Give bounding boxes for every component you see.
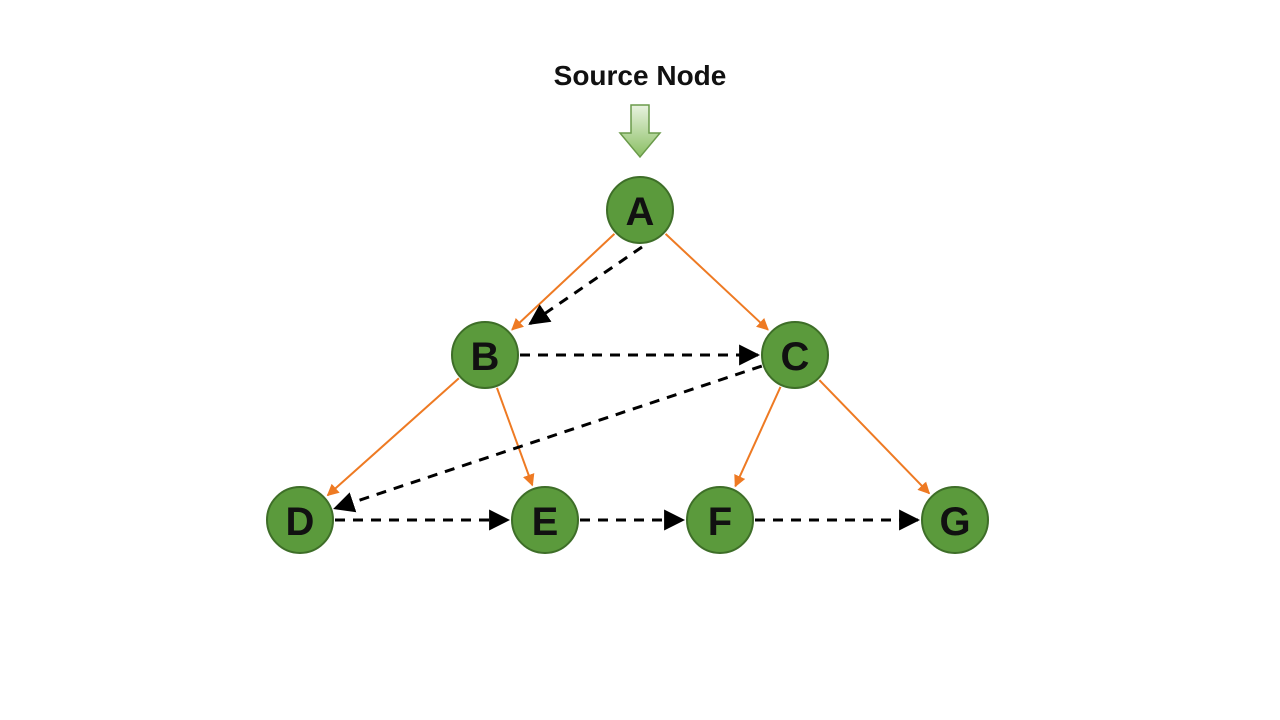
- node-label-D: D: [286, 500, 315, 544]
- nodes: A B C D E F G: [267, 177, 988, 553]
- node-label-B: B: [471, 335, 500, 379]
- node-label-A: A: [626, 190, 655, 234]
- tree-edge-B-E: [497, 388, 532, 485]
- node-label-C: C: [781, 335, 810, 379]
- node-label-G: G: [939, 500, 970, 544]
- tree-edge-A-C: [666, 234, 768, 330]
- tree-edge-C-F: [735, 387, 780, 486]
- node-D: D: [267, 487, 333, 553]
- node-B: B: [452, 322, 518, 388]
- traversal-edges: [335, 247, 918, 520]
- tree-edge-C-G: [819, 380, 929, 493]
- traversal-edge-A-B: [530, 247, 642, 324]
- tree-edges: [328, 234, 930, 495]
- node-G: G: [922, 487, 988, 553]
- node-E: E: [512, 487, 578, 553]
- diagram-title: Source Node: [554, 60, 727, 91]
- bfs-diagram: Source Node A B C D E F G: [0, 0, 1280, 720]
- node-F: F: [687, 487, 753, 553]
- source-indicator-arrow: [620, 105, 660, 157]
- node-C: C: [762, 322, 828, 388]
- node-label-F: F: [708, 500, 732, 544]
- tree-edge-A-B: [512, 234, 614, 330]
- node-A: A: [607, 177, 673, 243]
- tree-edge-B-D: [328, 378, 459, 495]
- node-label-E: E: [532, 500, 559, 544]
